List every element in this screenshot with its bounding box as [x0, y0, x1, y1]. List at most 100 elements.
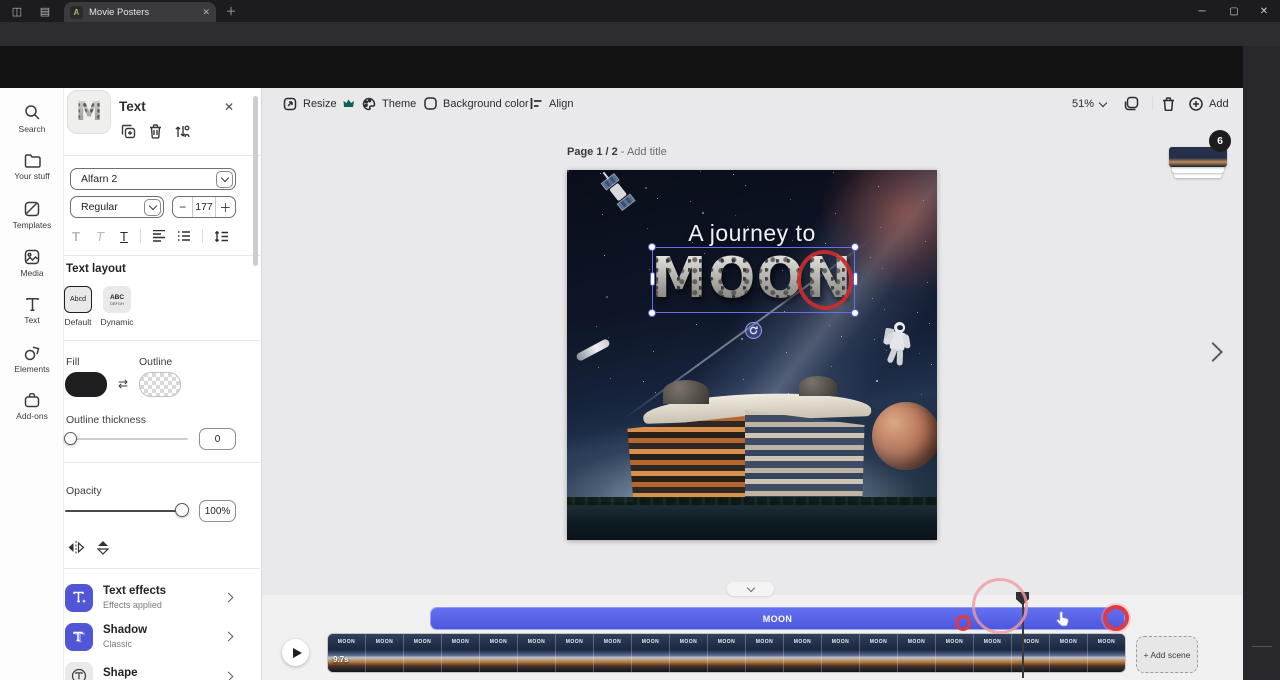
workspaces-icon[interactable]: ◫ [8, 3, 26, 19]
delete-page-icon[interactable] [1162, 96, 1175, 111]
filmstrip-frame[interactable]: MOON [1012, 634, 1050, 672]
decrease-size-button[interactable]: − [173, 197, 192, 217]
poster-page[interactable]: A journey to MOON [567, 170, 937, 540]
duplicate-icon[interactable] [120, 123, 137, 140]
opacity-slider-thumb[interactable] [175, 503, 189, 517]
filmstrip-frame[interactable]: MOON [860, 634, 898, 672]
pages-view-icon[interactable] [1124, 96, 1139, 111]
browser-tab[interactable]: A Movie Posters ✕ [64, 2, 216, 22]
window-maximize-icon[interactable]: ▢ [1220, 0, 1248, 22]
sidebar-item-media[interactable]: Media [0, 240, 64, 286]
font-family-dropdown[interactable]: Alfarn 2 [70, 168, 236, 190]
selection-handle[interactable] [648, 309, 656, 317]
zoom-control[interactable]: 51% [1072, 96, 1106, 111]
selection-handle[interactable] [851, 309, 859, 317]
filmstrip-frame[interactable]: MOON [708, 634, 746, 672]
text-effects-row[interactable]: Text effects Effects applied [64, 583, 254, 615]
line-spacing-icon[interactable] [214, 228, 229, 244]
panel-scrollbar[interactable] [253, 96, 258, 266]
align-button[interactable]: Align [530, 96, 573, 111]
text-selection-box[interactable] [652, 247, 855, 313]
text-clip-bar[interactable]: MOON [430, 607, 1125, 630]
sidebar-item-text[interactable]: Text [0, 288, 64, 334]
sidebar-item-your-stuff[interactable]: Your stuff [0, 144, 64, 190]
text-align-icon[interactable] [152, 228, 166, 244]
filmstrip-frame[interactable]: MOON [632, 634, 670, 672]
outline-thickness-slider[interactable] [65, 438, 188, 440]
filmstrip-frame[interactable]: MOON [480, 634, 518, 672]
bold-toggle[interactable]: T [68, 228, 84, 244]
filmstrip-frame[interactable]: MOON [404, 634, 442, 672]
rotate-handle[interactable] [745, 322, 762, 339]
background-color-button[interactable]: Background color [424, 96, 529, 111]
filmstrip-frame[interactable]: MOON [328, 634, 366, 672]
layout-dynamic-button[interactable]: ABC DEFGH [103, 286, 131, 313]
outline-swatch[interactable] [139, 372, 181, 397]
shape-icon [65, 662, 93, 680]
selection-side-handle[interactable] [650, 272, 655, 286]
timeline-collapse-tab[interactable] [727, 582, 774, 596]
outline-thickness-value[interactable]: 0 [199, 428, 236, 450]
opacity-value[interactable]: 100% [199, 500, 236, 522]
filmstrip[interactable]: MOONMOONMOONMOONMOONMOONMOONMOONMOONMOON… [327, 633, 1126, 673]
add-scene-button[interactable]: + Add scene [1136, 636, 1198, 673]
filmstrip-frame[interactable]: MOON [518, 634, 556, 672]
italic-toggle[interactable]: T [92, 228, 108, 244]
filmstrip-frame[interactable]: MOON [784, 634, 822, 672]
chevron-down-icon [216, 171, 233, 188]
filmstrip-frame[interactable]: MOON [556, 634, 594, 672]
flip-horizontal-icon[interactable] [66, 539, 86, 555]
sidebar-item-elements[interactable]: Elements [0, 336, 64, 382]
selection-handle[interactable] [851, 243, 859, 251]
filmstrip-frame[interactable]: MOON [670, 634, 708, 672]
sidebar-item-search[interactable]: Search [0, 96, 64, 142]
arrange-icon[interactable] [173, 123, 190, 140]
chevron-down-icon [144, 199, 161, 216]
panel-close-icon[interactable]: ✕ [221, 99, 237, 115]
add-icon [1189, 97, 1203, 111]
filmstrip-frame[interactable]: MOON [898, 634, 936, 672]
opacity-slider[interactable] [65, 510, 185, 512]
window-close-icon[interactable]: ✕ [1250, 0, 1278, 22]
outline-thickness-slider-thumb[interactable] [64, 432, 77, 445]
font-weight-dropdown[interactable]: Regular [70, 196, 164, 218]
tab-actions-icon[interactable]: ▤ [36, 3, 54, 19]
resize-button[interactable]: Resize [283, 96, 354, 111]
selection-handle[interactable] [648, 243, 656, 251]
filmstrip-frame[interactable]: MOON [974, 634, 1012, 672]
add-ons-icon [24, 393, 40, 408]
list-icon[interactable] [177, 228, 191, 244]
tab-close-icon[interactable]: ✕ [202, 7, 210, 18]
sidebar-item-templates[interactable]: Templates [0, 192, 64, 238]
selection-side-handle[interactable] [853, 272, 858, 286]
underline-toggle[interactable]: T [116, 228, 132, 244]
play-button[interactable] [282, 639, 309, 666]
filmstrip-frame[interactable]: MOON [366, 634, 404, 672]
filmstrip-frame[interactable]: MOON [442, 634, 480, 672]
chevron-right-icon [224, 593, 234, 603]
playhead-line[interactable] [1022, 597, 1024, 678]
new-tab-icon[interactable]: ＋ [222, 3, 240, 19]
flip-vertical-icon[interactable] [94, 539, 112, 555]
filmstrip-frame[interactable]: MOON [936, 634, 974, 672]
filmstrip-frame[interactable]: MOON [1088, 634, 1126, 672]
window-minimize-icon[interactable]: ─ [1188, 0, 1216, 22]
shadow-row[interactable]: Shadow Classic [64, 622, 254, 654]
increase-size-button[interactable]: ＋ [216, 197, 235, 217]
swap-fill-outline-icon[interactable]: ⇄ [114, 376, 132, 392]
shape-row[interactable]: Shape [64, 661, 254, 680]
poster-tagline-text[interactable]: A journey to [567, 220, 937, 247]
filmstrip-frame[interactable]: MOON [1050, 634, 1088, 672]
add-page-button[interactable]: Add [1189, 96, 1229, 111]
font-size-value[interactable]: 177 [192, 197, 215, 217]
filmstrip-frame[interactable]: MOON [822, 634, 860, 672]
sidebar-item-add-ons[interactable]: Add-ons [0, 384, 64, 430]
theme-button[interactable]: Theme [362, 96, 416, 111]
filmstrip-frame[interactable]: MOON [746, 634, 784, 672]
layout-default-button[interactable]: Abcd [64, 286, 92, 313]
fill-swatch[interactable] [65, 372, 107, 397]
delete-icon[interactable] [147, 123, 164, 140]
filmstrip-frame[interactable]: MOON [594, 634, 632, 672]
observatory-dome [799, 376, 837, 396]
adobe-express-favicon: A [70, 6, 83, 19]
